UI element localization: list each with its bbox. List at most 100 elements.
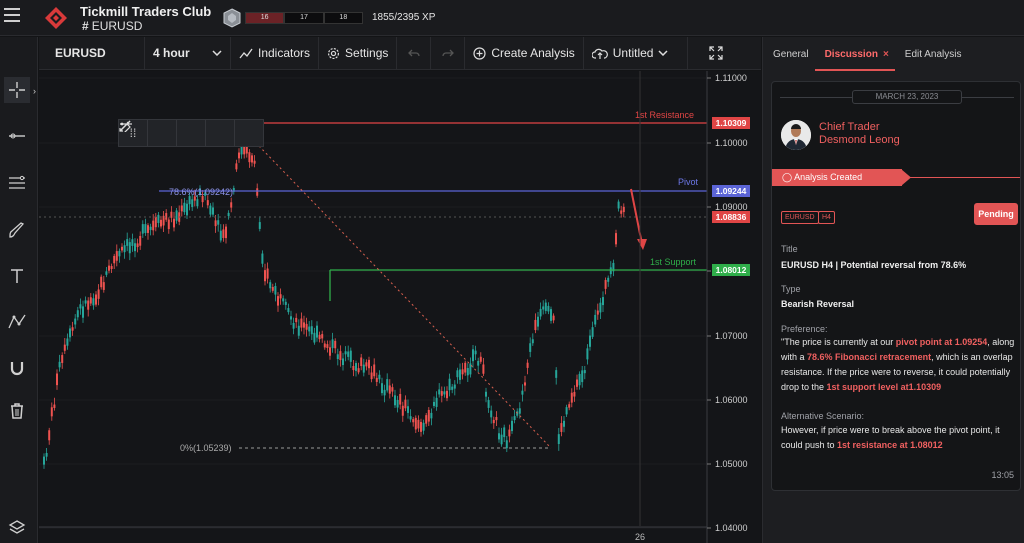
candle-body [479,356,482,362]
redo-button[interactable] [431,37,466,69]
expand-tools-icon[interactable]: › [33,86,36,96]
candle-body [378,374,381,380]
fib-retracement-icon[interactable] [4,170,30,196]
pattern-icon[interactable] [4,309,30,335]
color-picker-icon[interactable] [119,120,206,146]
app-root: Tickmill Traders Club # EURUSD 16 17 18 1… [0,0,1024,543]
candle-body [433,401,435,406]
candle-body [248,152,251,163]
candle-body [355,363,357,371]
candle-body [128,242,131,254]
trash-icon[interactable] [4,398,30,424]
fullscreen-button[interactable] [688,37,744,69]
candle-body [326,344,329,348]
horizontal-line-icon[interactable] [4,123,30,149]
candle-body [69,328,71,338]
candle-body [464,362,467,373]
candle-body [225,226,227,239]
candle-body [188,196,191,205]
preference-text-part: "The price is currently at our [781,337,896,347]
candle-body [347,351,350,357]
cloud-upload-icon [591,48,608,59]
alternative-label: Alternative Scenario: [781,411,865,421]
avatar[interactable] [781,120,811,150]
price-axis-label: 1.07000 [715,331,748,341]
undo-icon [407,49,420,57]
alternative-highlight: 1st resistance at 1.08012 [837,440,943,450]
candle-body [297,325,300,336]
price-tag-label: 1.08012 [716,265,747,275]
undo-button[interactable] [397,37,432,69]
tab-general[interactable]: General [763,37,815,71]
price-chart[interactable]: 1st Resistance Pivot 78.6%(1.09242) 1st … [39,71,761,543]
create-analysis-button[interactable]: Create Analysis [465,37,584,69]
price-tag-label: 1.08836 [716,212,747,222]
candle-body [264,270,266,282]
candle-body [466,368,469,376]
candle-body [386,379,389,391]
symbol-selector[interactable]: EURUSD [39,37,145,69]
candle-body [531,339,534,344]
trendline-icon[interactable] [119,120,235,146]
tab-discussion[interactable]: Discussion × [814,37,895,71]
candle-body [196,199,199,207]
channel-name[interactable]: # EURUSD [82,19,142,33]
candle-body [438,389,441,395]
time-axis-label: 26 [635,532,645,542]
candle-body [615,233,617,245]
message-time: 13:05 [991,470,1014,480]
candle-body [357,368,360,373]
candle-body [282,298,285,302]
tab-edit-analysis[interactable]: Edit Analysis [895,37,968,71]
candle-body [157,214,160,223]
candle-body [360,357,363,367]
status-badge[interactable]: Pending [974,203,1018,225]
indicators-button[interactable]: Indicators [231,37,320,69]
candle-body [570,392,573,403]
crosshair-icon[interactable] [4,77,30,103]
date-pill: MARCH 23, 2023 [852,90,962,104]
candle-body [435,397,438,407]
close-tab-icon[interactable]: × [883,49,889,60]
candle-body [414,417,417,430]
price-tag-label: 1.10309 [716,118,747,128]
text-tool-icon[interactable] [4,263,30,289]
candle-body [230,202,233,208]
title-label: Title [781,244,798,254]
candle-body [550,309,552,321]
brush-icon[interactable] [4,217,30,243]
candle-body [534,319,537,331]
price-axis-label: 1.04000 [715,523,748,533]
redo-icon [442,49,454,57]
candle-body [396,400,399,408]
magnet-icon[interactable] [4,355,30,381]
layout-dropdown[interactable]: Untitled [584,37,688,69]
arrow-head-icon [637,239,647,250]
hamburger-menu-icon[interactable] [4,8,20,22]
settings-button[interactable]: Settings [319,37,398,69]
layers-icon[interactable] [4,515,30,541]
candle-body [365,362,368,367]
candle-body [342,358,344,366]
line-style-icon[interactable] [120,120,177,146]
candle-body [412,419,415,423]
candle-body [160,219,162,227]
candle-body [331,339,334,349]
author-avatar-icon [781,120,811,150]
candle-body [303,322,305,328]
candle-body [508,429,511,437]
channel-label: EURUSD [91,19,143,33]
candle-body [451,386,454,390]
candle-body [95,294,97,305]
timeframe-dropdown[interactable]: 4 hour [145,37,231,69]
candle-body [557,434,560,445]
author-name[interactable]: Desmond Leong [819,134,900,146]
candle-body [472,349,474,362]
candle-body [287,308,290,313]
candle-body [118,250,121,257]
candle-body [586,348,589,360]
candle-body [110,266,113,270]
candle-body [105,271,108,275]
extend-line-icon[interactable] [119,120,263,146]
candle-body [284,301,287,305]
